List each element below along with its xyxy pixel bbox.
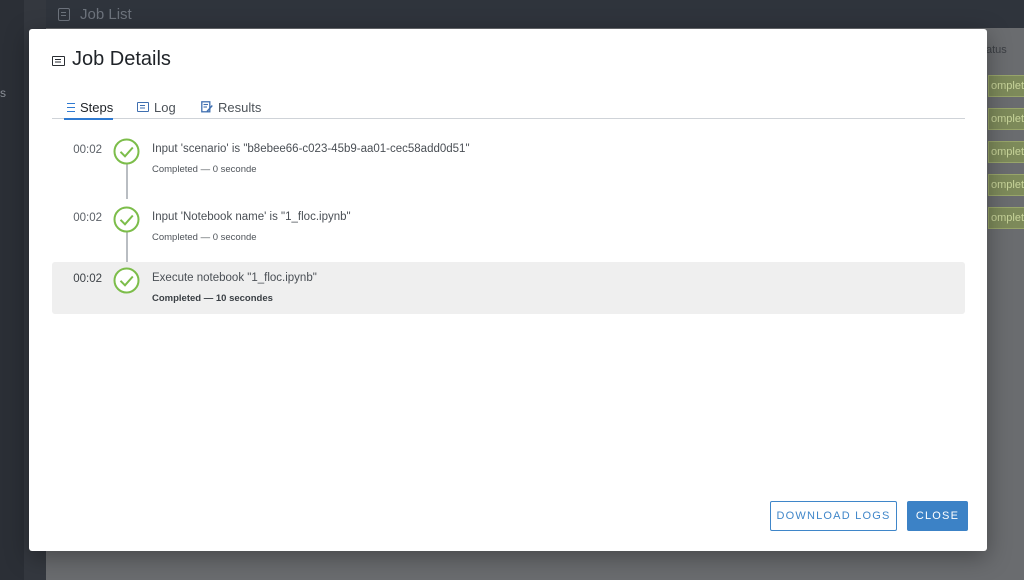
sidebar-text-fragment: s bbox=[0, 86, 6, 100]
step-time: 00:02 bbox=[73, 212, 102, 224]
topbar-title: Job List bbox=[80, 5, 132, 23]
edit-results-icon bbox=[201, 101, 213, 113]
clipboard-icon bbox=[58, 7, 70, 21]
list-icon bbox=[64, 102, 75, 112]
tab-log-label: Log bbox=[154, 99, 176, 115]
log-icon bbox=[137, 102, 149, 112]
app-topbar: Job List bbox=[46, 0, 1024, 28]
tab-steps[interactable]: Steps bbox=[64, 97, 114, 120]
tab-log[interactable]: Log bbox=[137, 97, 176, 117]
tab-steps-label: Steps bbox=[80, 99, 114, 115]
step-status: Completed — 10 secondes bbox=[152, 293, 273, 304]
check-circle-icon bbox=[113, 267, 140, 294]
status-cell: omplet bbox=[988, 108, 1024, 130]
close-button[interactable]: CLOSE bbox=[907, 501, 968, 531]
step-item[interactable]: 00:02 Input 'scenario' is "b8ebee66-c023… bbox=[52, 133, 965, 185]
download-logs-button[interactable]: DOWNLOAD LOGS bbox=[770, 501, 897, 531]
step-time: 00:02 bbox=[73, 273, 102, 285]
check-circle-icon bbox=[113, 206, 140, 233]
tab-bar: Steps Log Results bbox=[52, 95, 965, 120]
dialog-title: Job Details bbox=[52, 48, 171, 71]
dialog-title-text: Job Details bbox=[72, 48, 171, 70]
status-cell: omplet bbox=[988, 174, 1024, 196]
step-status: Completed — 0 seconde bbox=[152, 164, 257, 175]
check-circle-icon bbox=[113, 138, 140, 165]
tab-results-label: Results bbox=[218, 99, 262, 115]
step-title: Execute notebook "1_floc.ipynb" bbox=[152, 272, 317, 284]
step-status: Completed — 0 seconde bbox=[152, 232, 257, 243]
step-item-selected[interactable]: 00:02 Execute notebook "1_floc.ipynb" Co… bbox=[52, 262, 965, 314]
step-item[interactable]: 00:02 Input 'Notebook name' is "1_floc.i… bbox=[52, 201, 965, 253]
tab-results[interactable]: Results bbox=[201, 97, 261, 117]
step-title: Input 'Notebook name' is "1_floc.ipynb" bbox=[152, 211, 351, 223]
status-cell: omplet bbox=[988, 75, 1024, 97]
status-cell: omplet bbox=[988, 141, 1024, 163]
status-cell: omplet bbox=[988, 207, 1024, 229]
step-title: Input 'scenario' is "b8ebee66-c023-45b9-… bbox=[152, 143, 470, 155]
job-details-dialog: Job Details Steps Log Results 00:02 Inpu… bbox=[29, 29, 987, 551]
status-column-header: atus bbox=[986, 44, 1007, 56]
step-time: 00:02 bbox=[73, 144, 102, 156]
document-icon bbox=[52, 55, 65, 66]
